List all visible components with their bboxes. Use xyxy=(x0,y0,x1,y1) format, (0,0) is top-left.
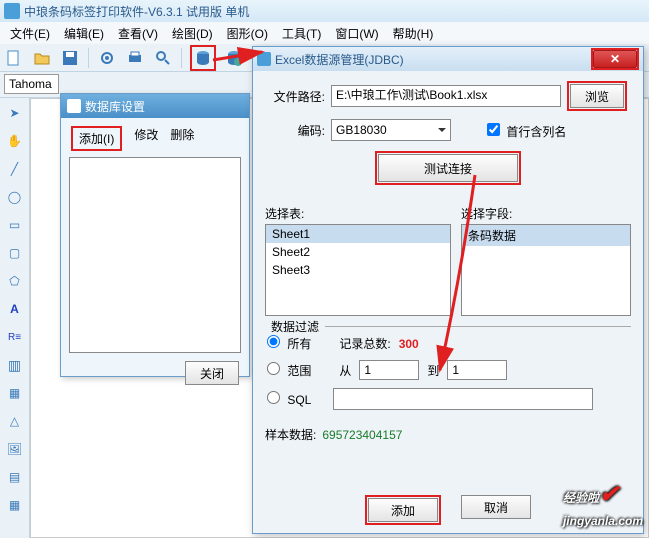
grid-tool-icon[interactable]: ▤ xyxy=(4,466,26,488)
barcode-tool-icon[interactable]: ▥ xyxy=(4,354,26,376)
save-icon[interactable] xyxy=(60,48,80,68)
database-refresh-icon[interactable] xyxy=(224,48,244,68)
menu-tools[interactable]: 工具(T) xyxy=(276,23,327,44)
data-filter-title: 数据过滤 xyxy=(265,318,325,335)
db-dialog-icon xyxy=(67,99,81,113)
encoding-label: 编码: xyxy=(265,122,325,139)
ellipse-tool-icon[interactable]: ◯ xyxy=(4,186,26,208)
db-close-button[interactable]: 关闭 xyxy=(185,361,239,385)
menu-bar: 文件(E) 编辑(E) 查看(V) 绘图(D) 图形(O) 工具(T) 窗口(W… xyxy=(0,22,649,44)
menu-draw[interactable]: 绘图(D) xyxy=(166,23,219,44)
roundrect-tool-icon[interactable]: ▢ xyxy=(4,242,26,264)
db-dialog-title-bar[interactable]: 数据库设置 xyxy=(61,94,249,118)
text-tool-icon[interactable]: A xyxy=(4,298,26,320)
to-label: 到 xyxy=(427,362,439,379)
select-table-label: 选择表: xyxy=(265,205,451,222)
menu-window[interactable]: 窗口(W) xyxy=(329,23,384,44)
hand-tool-icon[interactable]: ✋ xyxy=(4,130,26,152)
sample-value: 695723404157 xyxy=(322,428,402,442)
excel-dialog-title: Excel数据源管理(JDBC) xyxy=(275,51,587,68)
select-field-label: 选择字段: xyxy=(461,205,631,222)
toolbar-separator xyxy=(181,48,182,68)
list-item[interactable]: 条码数据 xyxy=(462,225,630,246)
db-connect-highlight xyxy=(190,45,216,71)
font-selector[interactable]: Tahoma xyxy=(4,74,59,94)
from-spinner[interactable]: 1 xyxy=(359,360,419,380)
app-icon xyxy=(4,3,20,19)
db-delete-tab[interactable]: 删除 xyxy=(170,126,194,151)
sheet-listbox[interactable]: Sheet1 Sheet2 Sheet3 xyxy=(265,224,451,316)
encoding-select[interactable]: GB18030 xyxy=(331,119,451,141)
list-item[interactable]: Sheet3 xyxy=(266,261,450,279)
menu-edit[interactable]: 编辑(E) xyxy=(58,23,110,44)
list-item[interactable]: Sheet1 xyxy=(266,225,450,243)
app-title-bar: 中琅条码标签打印软件-V6.3.1 试用版 单机 xyxy=(0,0,649,22)
path-input[interactable]: E:\中琅工作\测试\Book1.xlsx xyxy=(331,85,561,107)
test-connection-button[interactable]: 测试连接 xyxy=(378,154,518,182)
excel-datasource-dialog: Excel数据源管理(JDBC) ✕ 文件路径: E:\中琅工作\测试\Book… xyxy=(252,46,644,534)
data-filter-group: 数据过滤 所有 记录总数: 300 范围 从 1 到 1 SQL xyxy=(265,326,631,414)
radio-sql[interactable]: SQL xyxy=(267,391,311,407)
db-list[interactable] xyxy=(69,157,241,353)
add-button[interactable]: 添加 xyxy=(368,498,438,522)
cancel-button[interactable]: 取消 xyxy=(461,495,531,519)
image-tool-icon[interactable]: 🖼 xyxy=(4,438,26,460)
menu-shape[interactable]: 图形(O) xyxy=(221,23,274,44)
to-spinner[interactable]: 1 xyxy=(447,360,507,380)
rect-tool-icon[interactable]: ▭ xyxy=(4,214,26,236)
new-doc-icon[interactable] xyxy=(4,48,24,68)
record-count-label: 记录总数: xyxy=(339,335,390,352)
db-settings-dialog: 数据库设置 添加(I) 修改 删除 关闭 xyxy=(60,93,250,377)
font-name: Tahoma xyxy=(9,77,52,91)
table-tool-icon[interactable]: ▦ xyxy=(4,494,26,516)
zoom-icon[interactable] xyxy=(153,48,173,68)
radio-all[interactable]: 所有 xyxy=(267,335,311,352)
db-add-tab[interactable]: 添加(I) xyxy=(71,126,122,151)
pointer-tool-icon[interactable]: ➤ xyxy=(4,102,26,124)
database-icon[interactable] xyxy=(193,48,213,68)
path-label: 文件路径: xyxy=(265,88,325,105)
watermark: 经验啦✔ jingyanla.com xyxy=(563,480,643,530)
excel-dialog-title-bar[interactable]: Excel数据源管理(JDBC) ✕ xyxy=(253,47,643,71)
triangle-tool-icon[interactable]: △ xyxy=(4,410,26,432)
from-label: 从 xyxy=(339,362,351,379)
close-icon[interactable]: ✕ xyxy=(593,50,637,68)
excel-dialog-icon xyxy=(257,52,271,66)
line-tool-icon[interactable]: ╱ xyxy=(4,158,26,180)
print-icon[interactable] xyxy=(125,48,145,68)
list-item[interactable]: Sheet2 xyxy=(266,243,450,261)
menu-view[interactable]: 查看(V) xyxy=(112,23,164,44)
record-count-value: 300 xyxy=(399,337,419,351)
toolbar-separator xyxy=(88,48,89,68)
sql-input[interactable] xyxy=(333,388,593,410)
sample-label: 样本数据: xyxy=(265,426,316,443)
db-modify-tab[interactable]: 修改 xyxy=(134,126,158,151)
qrcode-tool-icon[interactable]: ▦ xyxy=(4,382,26,404)
menu-file[interactable]: 文件(E) xyxy=(4,23,56,44)
db-dialog-title: 数据库设置 xyxy=(85,98,145,115)
browse-button[interactable]: 浏览 xyxy=(570,84,624,108)
polygon-tool-icon[interactable]: ⬠ xyxy=(4,270,26,292)
app-title: 中琅条码标签打印软件-V6.3.1 试用版 单机 xyxy=(24,3,249,20)
richtext-tool-icon[interactable]: R≡ xyxy=(4,326,26,348)
radio-range[interactable]: 范围 xyxy=(267,362,311,379)
left-tool-palette: ➤ ✋ ╱ ◯ ▭ ▢ ⬠ A R≡ ▥ ▦ △ 🖼 ▤ ▦ xyxy=(0,98,30,538)
menu-help[interactable]: 帮助(H) xyxy=(387,23,440,44)
first-row-checkbox[interactable]: 首行含列名 xyxy=(483,120,566,140)
gear-icon[interactable] xyxy=(97,48,117,68)
open-icon[interactable] xyxy=(32,48,52,68)
field-listbox[interactable]: 条码数据 xyxy=(461,224,631,316)
